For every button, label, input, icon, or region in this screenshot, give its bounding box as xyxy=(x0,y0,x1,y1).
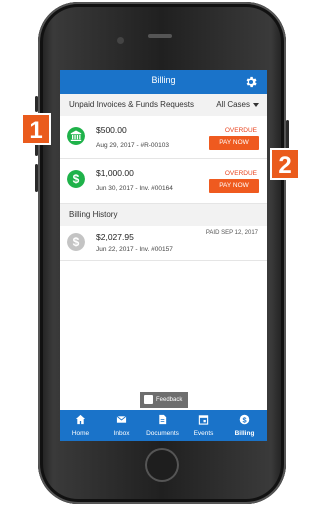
power-button xyxy=(286,120,289,150)
dollar-icon: $ xyxy=(67,170,85,188)
home-button[interactable] xyxy=(145,448,179,482)
unpaid-section-header: Unpaid Invoices & Funds Requests All Cas… xyxy=(60,94,267,117)
volume-down-button xyxy=(35,164,38,192)
calendar-icon xyxy=(198,415,209,425)
case-filter-label: All Cases xyxy=(216,100,250,109)
invoice-amount: $1,000.00 xyxy=(96,168,134,178)
history-heading: Billing History xyxy=(69,210,118,219)
invoice-meta: Aug 29, 2017 - #R-00103 xyxy=(96,142,169,149)
billing-icon: $ xyxy=(239,414,250,425)
feedback-icon xyxy=(144,395,153,404)
svg-text:$: $ xyxy=(73,172,80,186)
tab-label: Events xyxy=(193,430,214,437)
callout-marker-1: 1 xyxy=(21,113,51,145)
paid-status: PAID SEP 12, 2017 xyxy=(205,230,258,236)
bank-icon xyxy=(67,127,85,145)
history-section-header: Billing History xyxy=(60,204,267,227)
bottom-tab-bar: Home Inbox Documents Events $ Billing xyxy=(60,410,267,441)
gear-icon[interactable] xyxy=(244,75,258,89)
chevron-down-icon xyxy=(253,102,259,107)
earpiece-speaker xyxy=(148,34,172,38)
pay-now-button[interactable]: PAY NOW xyxy=(209,179,259,193)
feedback-button[interactable]: Feedback xyxy=(140,392,188,408)
dollar-icon: $ xyxy=(67,233,85,251)
pay-now-button[interactable]: PAY NOW xyxy=(209,136,259,150)
tab-label: Home xyxy=(71,430,90,437)
svg-text:$: $ xyxy=(73,235,80,249)
tab-documents[interactable]: Documents xyxy=(142,410,183,441)
invoice-row[interactable]: $500.00 Aug 29, 2017 - #R-00103 OVERDUE … xyxy=(60,116,267,159)
history-row[interactable]: $ $2,027.95 Jun 22, 2017 - Inv. #00157 P… xyxy=(60,226,267,261)
invoice-row[interactable]: $ $1,000.00 Jun 30, 2017 - Inv. #00164 O… xyxy=(60,159,267,204)
tab-billing[interactable]: $ Billing xyxy=(224,410,265,441)
tab-label: Inbox xyxy=(113,430,130,437)
overdue-badge: OVERDUE xyxy=(224,170,257,177)
svg-text:$: $ xyxy=(242,415,246,424)
tab-label: Documents xyxy=(146,430,179,437)
callout-marker-2: 2 xyxy=(270,148,300,180)
home-icon xyxy=(75,414,86,425)
unpaid-heading: Unpaid Invoices & Funds Requests xyxy=(69,100,194,109)
history-meta: Jun 22, 2017 - Inv. #00157 xyxy=(96,246,173,253)
invoice-amount: $500.00 xyxy=(96,125,127,135)
mail-icon xyxy=(116,415,127,423)
feedback-label: Feedback xyxy=(156,397,183,403)
app-header: Billing xyxy=(60,70,267,94)
mute-switch xyxy=(35,96,38,112)
case-filter-dropdown[interactable]: All Cases xyxy=(216,100,259,109)
tab-inbox[interactable]: Inbox xyxy=(101,410,142,441)
invoice-meta: Jun 30, 2017 - Inv. #00164 xyxy=(96,185,173,192)
tab-label: Billing xyxy=(234,430,255,437)
page-title: Billing xyxy=(151,75,176,85)
overdue-badge: OVERDUE xyxy=(224,127,257,134)
app-screen: Billing Unpaid Invoices & Funds Requests… xyxy=(60,70,267,441)
history-amount: $2,027.95 xyxy=(96,232,134,242)
tab-events[interactable]: Events xyxy=(183,410,224,441)
front-camera xyxy=(117,37,124,44)
document-icon xyxy=(159,414,167,425)
tab-home[interactable]: Home xyxy=(60,410,101,441)
